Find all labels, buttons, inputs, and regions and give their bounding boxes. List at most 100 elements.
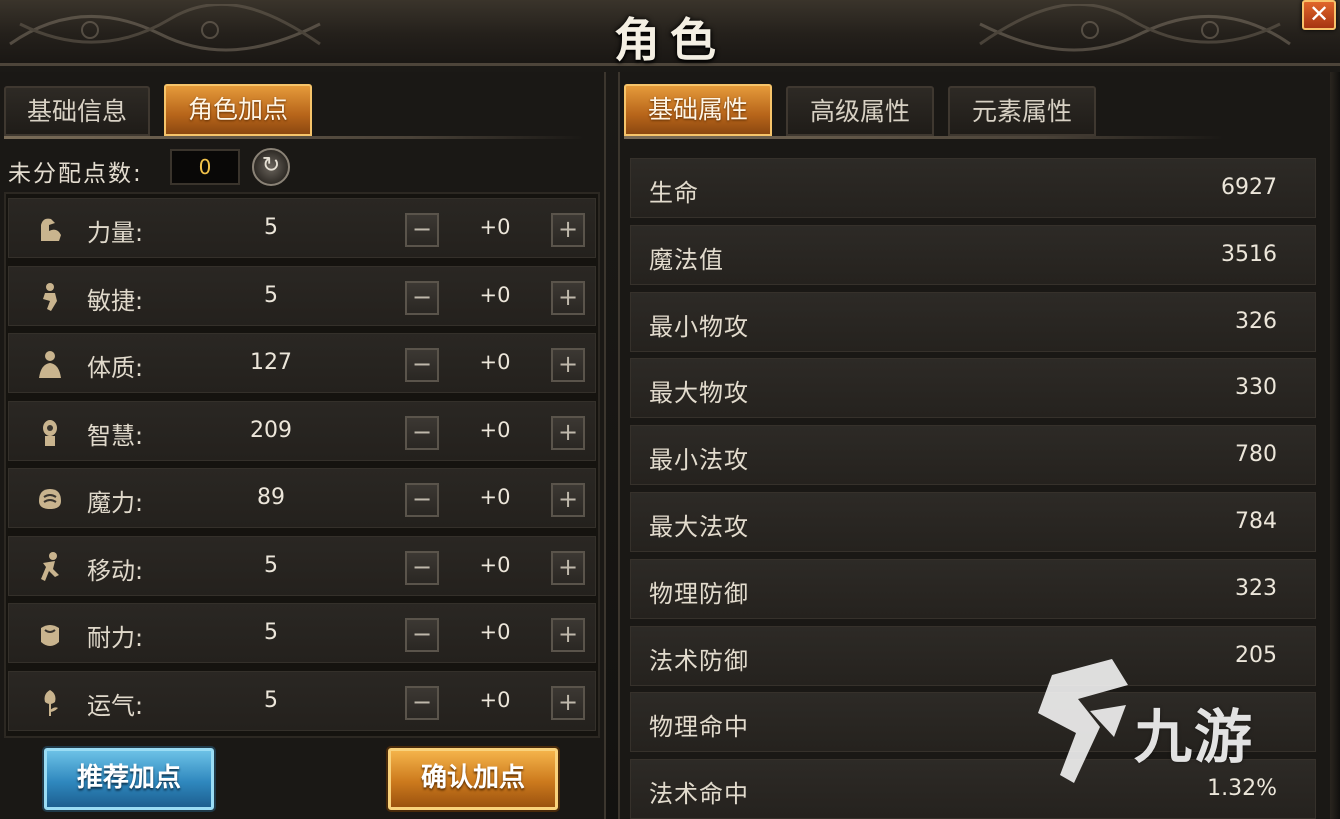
increase-button[interactable]: + — [551, 483, 585, 517]
close-button[interactable]: ✕ — [1302, 0, 1336, 30]
attr-name: 魔法值 — [649, 246, 724, 274]
recommend-points-button[interactable]: 推荐加点 — [44, 748, 214, 810]
attr-value: 205 — [1235, 643, 1277, 668]
stat-name: 运气: — [87, 692, 144, 720]
decrease-button[interactable]: − — [405, 348, 439, 382]
left-tab-divider — [4, 136, 584, 139]
stat-name: 敏捷: — [87, 287, 144, 315]
stat-value: 5 — [264, 283, 278, 308]
magic-icon — [35, 483, 65, 515]
luck-icon — [35, 686, 65, 718]
increase-button[interactable]: + — [551, 281, 585, 315]
refresh-icon: ↻ — [261, 153, 281, 178]
stat-row-strength: 力量: 5 − +0 + — [8, 198, 596, 258]
stat-row-magic: 魔力: 89 − +0 + — [8, 468, 596, 528]
stat-row-agility: 敏捷: 5 − +0 + — [8, 266, 596, 326]
confirm-points-button[interactable]: 确认加点 — [388, 748, 558, 810]
attr-name: 最大物攻 — [649, 379, 749, 407]
attr-value: 323 — [1235, 576, 1277, 601]
stat-name: 智慧: — [87, 422, 144, 450]
tab-attribute-points[interactable]: 角色加点 — [164, 84, 312, 136]
attr-row-max-magic-atk: 最大法攻 784 — [630, 492, 1316, 552]
stat-value: 5 — [264, 553, 278, 578]
decrease-button[interactable]: − — [405, 686, 439, 720]
attr-value: 784 — [1235, 509, 1277, 534]
unassigned-points-value: 0 — [170, 149, 240, 185]
decrease-button[interactable]: − — [405, 213, 439, 247]
agility-icon — [35, 281, 65, 313]
increase-button[interactable]: + — [551, 551, 585, 585]
decrease-button[interactable]: − — [405, 551, 439, 585]
title-bar: 角色 ✕ — [0, 0, 1340, 67]
attr-row-phys-def: 物理防御 323 — [630, 559, 1316, 619]
stat-value: 5 — [264, 215, 278, 240]
stat-name: 耐力: — [87, 624, 144, 652]
attr-row-max-phys-atk: 最大物攻 330 — [630, 358, 1316, 418]
attr-row-mp: 魔法值 3516 — [630, 225, 1316, 285]
stat-value: 89 — [257, 485, 285, 510]
stat-row-endurance: 耐力: 5 − +0 + — [8, 603, 596, 663]
stat-added: +0 — [479, 215, 511, 239]
stat-row-movement: 移动: 5 − +0 + — [8, 536, 596, 596]
attr-value: 780 — [1235, 442, 1277, 467]
tab-advanced-attributes[interactable]: 高级属性 — [786, 86, 934, 136]
window-title: 角色 — [614, 13, 726, 67]
tab-basic-attributes[interactable]: 基础属性 — [624, 84, 772, 136]
stat-name: 魔力: — [87, 489, 144, 517]
stat-value: 5 — [264, 688, 278, 713]
attr-row-magic-def: 法术防御 205 — [630, 626, 1316, 686]
attr-name: 物理命中 — [649, 713, 749, 741]
attr-name: 法术命中 — [649, 780, 749, 808]
reset-points-button[interactable]: ↻ — [252, 148, 290, 186]
decrease-button[interactable]: − — [405, 483, 439, 517]
attr-value: 1.32% — [1207, 776, 1277, 801]
stat-value: 5 — [264, 620, 278, 645]
stat-row-constitution: 体质: 127 − +0 + — [8, 333, 596, 393]
character-window: 角色 ✕ 基础信息 角色加点 未分配点数: 0 ↻ 力量: 5 − +0 + 敏… — [0, 0, 1340, 819]
stat-value: 127 — [250, 350, 292, 375]
decrease-button[interactable]: − — [405, 618, 439, 652]
stat-value: 209 — [250, 418, 292, 443]
stat-added: +0 — [479, 553, 511, 577]
attr-row-min-phys-atk: 最小物攻 326 — [630, 292, 1316, 352]
attr-value: 6927 — [1221, 175, 1277, 200]
attr-name: 法术防御 — [649, 647, 749, 675]
right-edge — [1330, 72, 1340, 819]
attr-value: 330 — [1235, 375, 1277, 400]
increase-button[interactable]: + — [551, 618, 585, 652]
stat-name: 力量: — [87, 219, 144, 247]
decrease-button[interactable]: − — [405, 416, 439, 450]
increase-button[interactable]: + — [551, 213, 585, 247]
attr-name: 最小法攻 — [649, 446, 749, 474]
stat-added: +0 — [479, 485, 511, 509]
attr-value: 326 — [1235, 309, 1277, 334]
attr-value: 3516 — [1221, 242, 1277, 267]
attr-name: 最小物攻 — [649, 313, 749, 341]
wisdom-icon — [35, 416, 65, 448]
stat-name: 移动: — [87, 557, 144, 585]
stat-name: 体质: — [87, 354, 144, 382]
stat-added: +0 — [479, 620, 511, 644]
stat-row-luck: 运气: 5 − +0 + — [8, 671, 596, 731]
right-tab-divider — [624, 136, 1224, 139]
stat-added: +0 — [479, 688, 511, 712]
watermark-text: 九游 — [1134, 703, 1255, 771]
body-icon — [35, 348, 65, 380]
tab-basic-info[interactable]: 基础信息 — [4, 86, 150, 136]
decrease-button[interactable]: − — [405, 281, 439, 315]
arm-icon — [35, 213, 65, 245]
attr-name: 最大法攻 — [649, 513, 749, 541]
increase-button[interactable]: + — [551, 348, 585, 382]
stamina-icon — [35, 618, 65, 650]
attr-row-hp: 生命 6927 — [630, 158, 1316, 218]
stat-row-wisdom: 智慧: 209 − +0 + — [8, 401, 596, 461]
attr-name: 生命 — [649, 179, 699, 207]
unassigned-points-label: 未分配点数: — [8, 161, 143, 187]
tab-element-attributes[interactable]: 元素属性 — [948, 86, 1096, 136]
stat-added: +0 — [479, 350, 511, 374]
increase-button[interactable]: + — [551, 416, 585, 450]
stat-added: +0 — [479, 283, 511, 307]
attr-row-min-magic-atk: 最小法攻 780 — [630, 425, 1316, 485]
increase-button[interactable]: + — [551, 686, 585, 720]
move-icon — [35, 551, 65, 583]
